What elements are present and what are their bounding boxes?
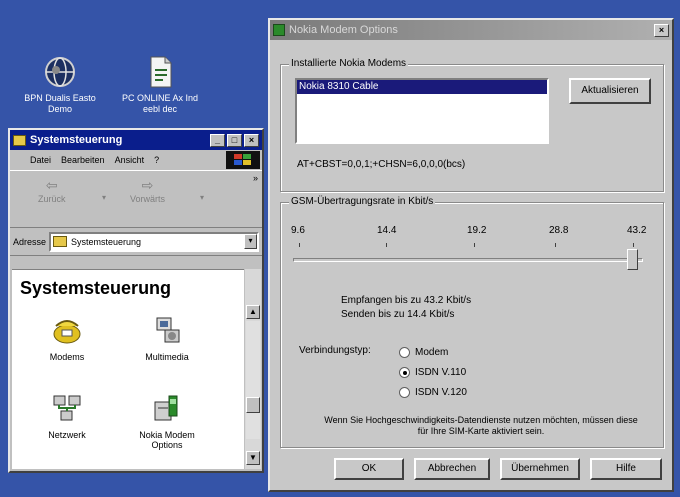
cancel-button[interactable]: Abbrechen (414, 458, 490, 480)
forward-dropdown-icon[interactable]: ▾ (200, 193, 204, 202)
speed-slider-thumb[interactable] (627, 249, 638, 270)
arrow-right-icon: ⇨ (141, 177, 154, 193)
tick-label: 19.2 (467, 225, 487, 236)
help-button[interactable]: Hilfe (590, 458, 662, 480)
connection-type-label: Verbindungstyp: (299, 345, 371, 356)
minimize-button[interactable]: _ (210, 133, 225, 147)
apply-button[interactable]: Übernehmen (500, 458, 580, 480)
control-panel-window: Systemsteuerung _ □ × Datei Bearbeiten A… (8, 128, 264, 473)
cp-item-label: Multimedia (145, 352, 189, 362)
desktop-icon-bpn[interactable]: BPN Dualis Easto Demo (15, 55, 105, 115)
arrow-left-icon: ⇦ (45, 177, 58, 193)
address-input[interactable]: Systemsteuerung ▾ (49, 231, 259, 252)
window-title: Systemsteuerung (30, 134, 123, 146)
init-string-text: AT+CBST=0,0,1;+CHSN=6,0,0,0(bcs) (297, 159, 466, 170)
scroll-down-button[interactable]: ▼ (246, 451, 260, 465)
radio-indicator (399, 367, 410, 378)
toolbar-chevron-icon[interactable]: » (253, 173, 258, 183)
scroll-track[interactable] (246, 321, 260, 439)
menu-item-help[interactable]: ? (154, 155, 159, 165)
transfer-rate-label: GSM-Übertragungsrate in Kbit/s (289, 196, 436, 207)
cp-item-label: Modems (49, 352, 85, 362)
send-rate-text: Senden bis zu 14.4 Kbit/s (341, 309, 455, 320)
radio-indicator (399, 347, 410, 358)
menu-item-file[interactable]: Datei (30, 155, 51, 165)
tick-mark (633, 243, 634, 247)
desktop: BPN Dualis Easto Demo PC ONLINE Ax Ind e… (0, 0, 680, 497)
speed-slider-track[interactable] (293, 258, 643, 262)
multimedia-icon (151, 314, 183, 346)
tick-mark (299, 243, 300, 247)
modem-list-item[interactable]: Nokia 8310 Cable (297, 80, 547, 94)
telephone-icon (51, 314, 83, 346)
cp-item-modems[interactable]: Modems (27, 314, 107, 362)
sim-card-note: Wenn Sie Hochgeschwindigkeits-Datendiens… (324, 415, 638, 436)
refresh-button[interactable]: Aktualisieren (569, 78, 651, 104)
maximize-button[interactable]: □ (227, 133, 242, 147)
desktop-icon-label: PC ONLINE Ax Ind eebl dec (121, 93, 199, 114)
ok-button[interactable]: OK (334, 458, 404, 480)
radio-isdn-v120[interactable]: ISDN V.120 (399, 387, 467, 398)
nokia-modem-options-dialog: Nokia Modem Options × Installierte Nokia… (268, 18, 674, 492)
menu-bar: Datei Bearbeiten Ansicht ? (10, 150, 262, 170)
slider-tick-labels: 9.6 14.4 19.2 28.8 43.2 (291, 225, 651, 237)
document-icon (143, 55, 177, 89)
radio-isdn-v110[interactable]: ISDN V.110 (399, 367, 466, 378)
folder-icon (13, 134, 26, 146)
folder-view: Systemsteuerung Modems Multimedia Netzwe… (12, 269, 244, 469)
folder-icon (53, 236, 68, 247)
modem-list[interactable]: Nokia 8310 Cable (295, 78, 549, 144)
cp-item-label: Netzwerk (48, 430, 86, 440)
tick-mark (386, 243, 387, 247)
radio-indicator (399, 387, 410, 398)
tick-mark (555, 243, 556, 247)
cp-item-nokia-modem-options[interactable]: Nokia Modem Options (127, 392, 207, 450)
installed-modems-label: Installierte Nokia Modems (289, 58, 409, 69)
cp-item-label: Nokia Modem Options (139, 430, 195, 450)
installed-modems-group: Installierte Nokia Modems Nokia 8310 Cab… (280, 58, 664, 192)
dialog-titlebar[interactable]: Nokia Modem Options × (270, 20, 672, 40)
tick-mark (474, 243, 475, 247)
menu-item-edit[interactable]: Bearbeiten (61, 155, 105, 165)
back-button[interactable]: ⇦ Zurück (38, 177, 66, 204)
tick-label: 43.2 (627, 225, 647, 236)
network-icon (51, 392, 83, 424)
dialog-title: Nokia Modem Options (289, 24, 398, 36)
radio-modem[interactable]: Modem (399, 347, 448, 358)
scroll-up-button[interactable]: ▲ (246, 305, 260, 319)
transfer-rate-group: GSM-Übertragungsrate in Kbit/s 9.6 14.4 … (280, 196, 664, 448)
address-dropdown-button[interactable]: ▾ (244, 234, 257, 249)
cp-item-network[interactable]: Netzwerk (27, 392, 107, 440)
address-bar: Adresse Systemsteuerung ▾ (10, 228, 262, 256)
forward-button[interactable]: ⇨ Vorwärts (130, 177, 165, 204)
desktop-icon-pconline[interactable]: PC ONLINE Ax Ind eebl dec (115, 55, 205, 115)
tick-label: 14.4 (377, 225, 397, 236)
tick-label: 9.6 (291, 225, 305, 236)
close-button[interactable]: × (244, 133, 259, 147)
windows-logo (226, 151, 260, 169)
vertical-scrollbar[interactable]: ▲ ▼ (245, 269, 261, 469)
globe-icon (43, 55, 77, 89)
scroll-thumb[interactable] (246, 397, 260, 413)
toolbar: ⇦ Zurück ▾ ⇨ Vorwärts ▾ » (10, 170, 262, 228)
tick-label: 28.8 (549, 225, 569, 236)
nokia-modem-icon (151, 392, 183, 424)
menu-item-view[interactable]: Ansicht (115, 155, 145, 165)
address-label: Adresse (13, 236, 47, 247)
modem-app-icon (273, 24, 285, 36)
cp-item-multimedia[interactable]: Multimedia (127, 314, 207, 362)
desktop-icon-label: BPN Dualis Easto Demo (24, 93, 96, 114)
receive-rate-text: Empfangen bis zu 43.2 Kbit/s (341, 295, 472, 306)
folder-heading: Systemsteuerung (20, 278, 172, 298)
control-panel-titlebar[interactable]: Systemsteuerung _ □ × (10, 130, 262, 150)
back-dropdown-icon[interactable]: ▾ (102, 193, 106, 202)
dialog-close-button[interactable]: × (654, 23, 669, 37)
